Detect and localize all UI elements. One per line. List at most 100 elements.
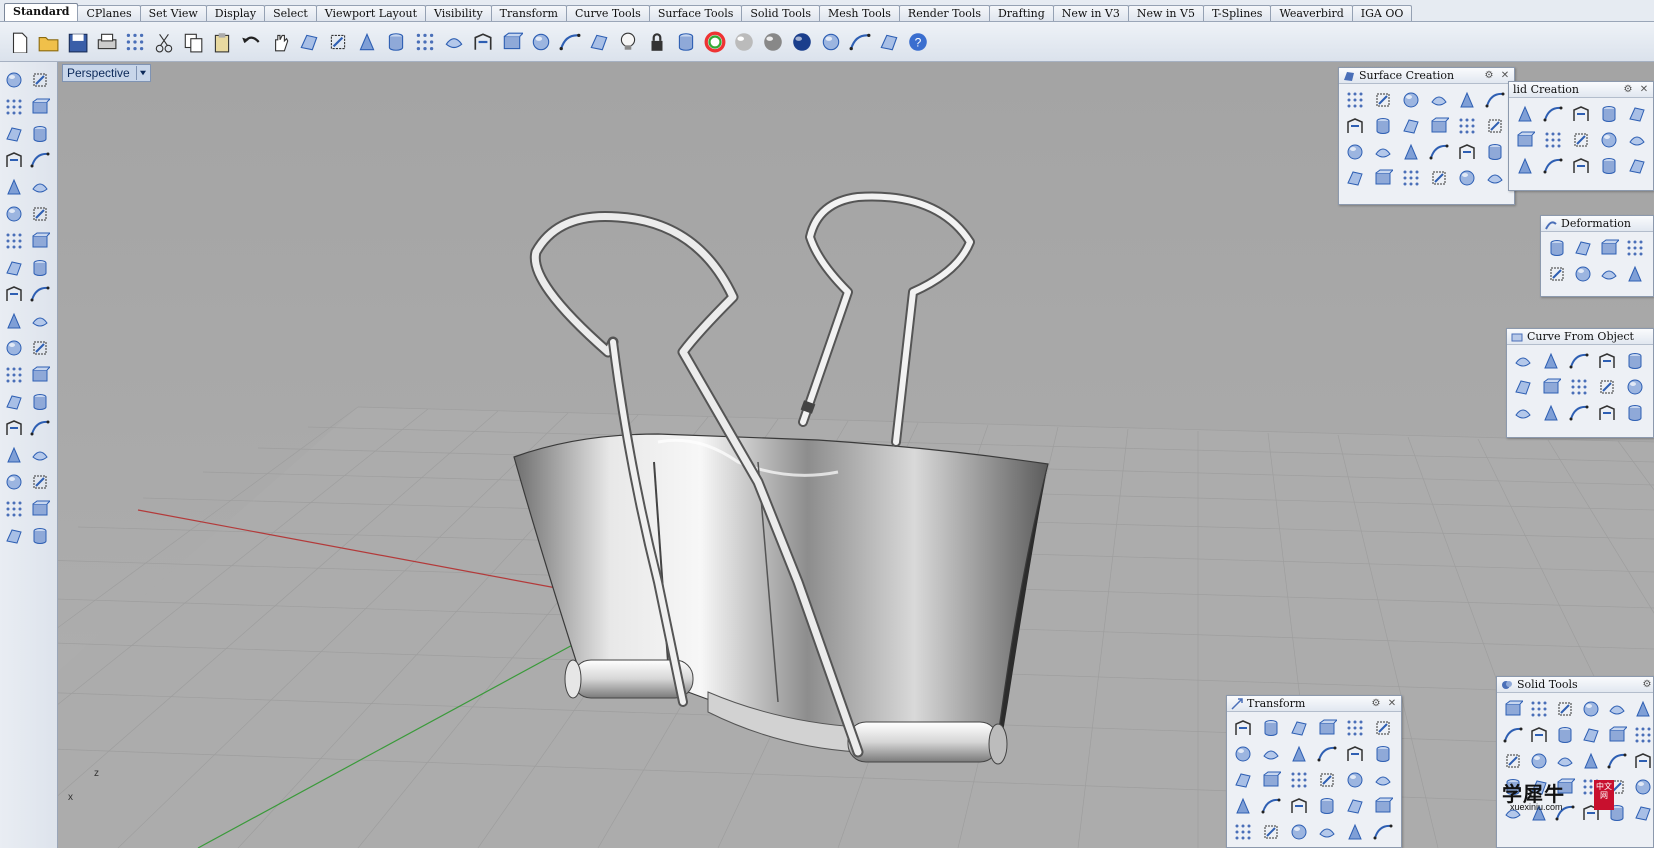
solid-tool-icon[interactable]: [1513, 102, 1537, 126]
dimension-icon[interactable]: [28, 443, 52, 467]
tab-visibility[interactable]: Visibility: [425, 5, 492, 21]
undo-icon[interactable]: [238, 29, 264, 55]
color-wheel-icon[interactable]: [702, 29, 728, 55]
solid-tool-icon[interactable]: [1597, 102, 1621, 126]
surface-tool-icon[interactable]: [1399, 166, 1423, 190]
tab-mesh-tools[interactable]: Mesh Tools: [819, 5, 900, 21]
options-gear-icon[interactable]: [847, 29, 873, 55]
surface-tool-icon[interactable]: [1427, 88, 1451, 112]
surface-tool-icon[interactable]: [1343, 114, 1367, 138]
cut-icon[interactable]: [151, 29, 177, 55]
palette-gear-icon[interactable]: ⚙: [1622, 84, 1634, 96]
solid-edit-tool-icon[interactable]: [1553, 697, 1577, 721]
align-icon[interactable]: [28, 416, 52, 440]
grid-array-icon[interactable]: [2, 470, 26, 494]
palette-gear-icon[interactable]: ⚙: [1641, 679, 1653, 691]
transform-tool-icon[interactable]: [1315, 716, 1339, 740]
tab-select[interactable]: Select: [264, 5, 317, 21]
palette-header[interactable]: Surface Creation ⚙ ✕: [1339, 68, 1514, 84]
box-solid-icon[interactable]: [2, 229, 26, 253]
tab-solid-tools[interactable]: Solid Tools: [741, 5, 821, 21]
curve-object-tool-icon[interactable]: [1595, 349, 1619, 373]
transform-tool-icon[interactable]: [1371, 820, 1395, 844]
paint-icon[interactable]: [28, 524, 52, 548]
transform-tool-icon[interactable]: [1231, 716, 1255, 740]
solid-edit-tool-icon[interactable]: [1553, 749, 1577, 773]
zoom-selected-icon[interactable]: [412, 29, 438, 55]
pan-hand-icon[interactable]: [267, 29, 293, 55]
text-icon[interactable]: [2, 390, 26, 414]
surface-tool-icon[interactable]: [1455, 140, 1479, 164]
tab-transform[interactable]: Transform: [490, 5, 567, 21]
palette-close-icon[interactable]: ✕: [1499, 70, 1511, 82]
cylinder-icon[interactable]: [2, 256, 26, 280]
palette-header[interactable]: lid Creation ⚙ ✕: [1509, 82, 1653, 98]
polyline-icon[interactable]: [2, 95, 26, 119]
deform-tool-icon[interactable]: [1545, 262, 1569, 286]
transform-tool-icon[interactable]: [1231, 820, 1255, 844]
transform-tool-icon[interactable]: [1287, 716, 1311, 740]
solid-tool-icon[interactable]: [1625, 154, 1649, 178]
render-sphere-icon[interactable]: [731, 29, 757, 55]
render-icon[interactable]: [2, 524, 26, 548]
blue-sphere-icon[interactable]: [789, 29, 815, 55]
solid-edit-tool-icon[interactable]: [1527, 723, 1551, 747]
curve-object-tool-icon[interactable]: [1511, 401, 1535, 425]
tab-display[interactable]: Display: [205, 5, 266, 21]
boolean-icon[interactable]: [28, 229, 52, 253]
spheres-icon[interactable]: [28, 336, 52, 360]
undo-view-icon[interactable]: [441, 29, 467, 55]
transform-tool-icon[interactable]: [1371, 716, 1395, 740]
surface-tool-icon[interactable]: [1455, 114, 1479, 138]
palette-header[interactable]: Deformation: [1541, 216, 1653, 232]
solid-tool-icon[interactable]: [1597, 154, 1621, 178]
named-view-icon[interactable]: [528, 29, 554, 55]
palette-close-icon[interactable]: ✕: [1386, 698, 1398, 710]
solid-tool-icon[interactable]: [1541, 102, 1565, 126]
solid-edit-tool-icon[interactable]: [1631, 723, 1654, 747]
zoom-extents-icon[interactable]: [383, 29, 409, 55]
solid-tool-icon[interactable]: [1625, 128, 1649, 152]
solid-tool-icon[interactable]: [1569, 154, 1593, 178]
blue-shape-icon[interactable]: [2, 497, 26, 521]
deform-tool-icon[interactable]: [1623, 262, 1647, 286]
transform-tool-icon[interactable]: [1343, 716, 1367, 740]
viewport-title[interactable]: Perspective: [62, 64, 151, 82]
curve-object-tool-icon[interactable]: [1539, 349, 1563, 373]
car-icon[interactable]: [499, 29, 525, 55]
zoom-window-icon[interactable]: [354, 29, 380, 55]
import-icon[interactable]: [122, 29, 148, 55]
solid-edit-tool-icon[interactable]: [1501, 697, 1525, 721]
zoom-icon[interactable]: [325, 29, 351, 55]
light-bulb-icon[interactable]: [615, 29, 641, 55]
transform-tool-icon[interactable]: [1315, 820, 1339, 844]
solid-edit-tool-icon[interactable]: [1631, 697, 1654, 721]
solid-edit-tool-icon[interactable]: [1527, 697, 1551, 721]
curve-object-tool-icon[interactable]: [1567, 401, 1591, 425]
solid-tool-icon[interactable]: [1625, 102, 1649, 126]
shaded-sphere-icon[interactable]: [760, 29, 786, 55]
tab-viewport-layout[interactable]: Viewport Layout: [315, 5, 426, 21]
solid-edit-tool-icon[interactable]: [1579, 749, 1603, 773]
curve-object-tool-icon[interactable]: [1623, 375, 1647, 399]
arc-icon[interactable]: [2, 175, 26, 199]
surface-tool-icon[interactable]: [1427, 140, 1451, 164]
curve-object-tool-icon[interactable]: [1623, 349, 1647, 373]
solid-tool-icon[interactable]: [1513, 128, 1537, 152]
surface-tool-icon[interactable]: [1483, 88, 1507, 112]
solid-edit-tool-icon[interactable]: [1605, 723, 1629, 747]
transform-tool-icon[interactable]: [1343, 768, 1367, 792]
palette-header[interactable]: Curve From Object: [1507, 329, 1653, 345]
transform-tool-icon[interactable]: [1231, 768, 1255, 792]
print-icon[interactable]: [93, 29, 119, 55]
curve-object-tool-icon[interactable]: [1511, 349, 1535, 373]
point-icon[interactable]: [28, 68, 52, 92]
dimension-icon[interactable]: [876, 29, 902, 55]
tab-new-in-v3[interactable]: New in V3: [1052, 5, 1129, 21]
osnap-icon[interactable]: [586, 29, 612, 55]
surface-tool-icon[interactable]: [1399, 88, 1423, 112]
offset-icon[interactable]: [28, 363, 52, 387]
cplane-icon[interactable]: [557, 29, 583, 55]
solid-edit-tool-icon[interactable]: [1501, 723, 1525, 747]
circle-icon[interactable]: [2, 122, 26, 146]
